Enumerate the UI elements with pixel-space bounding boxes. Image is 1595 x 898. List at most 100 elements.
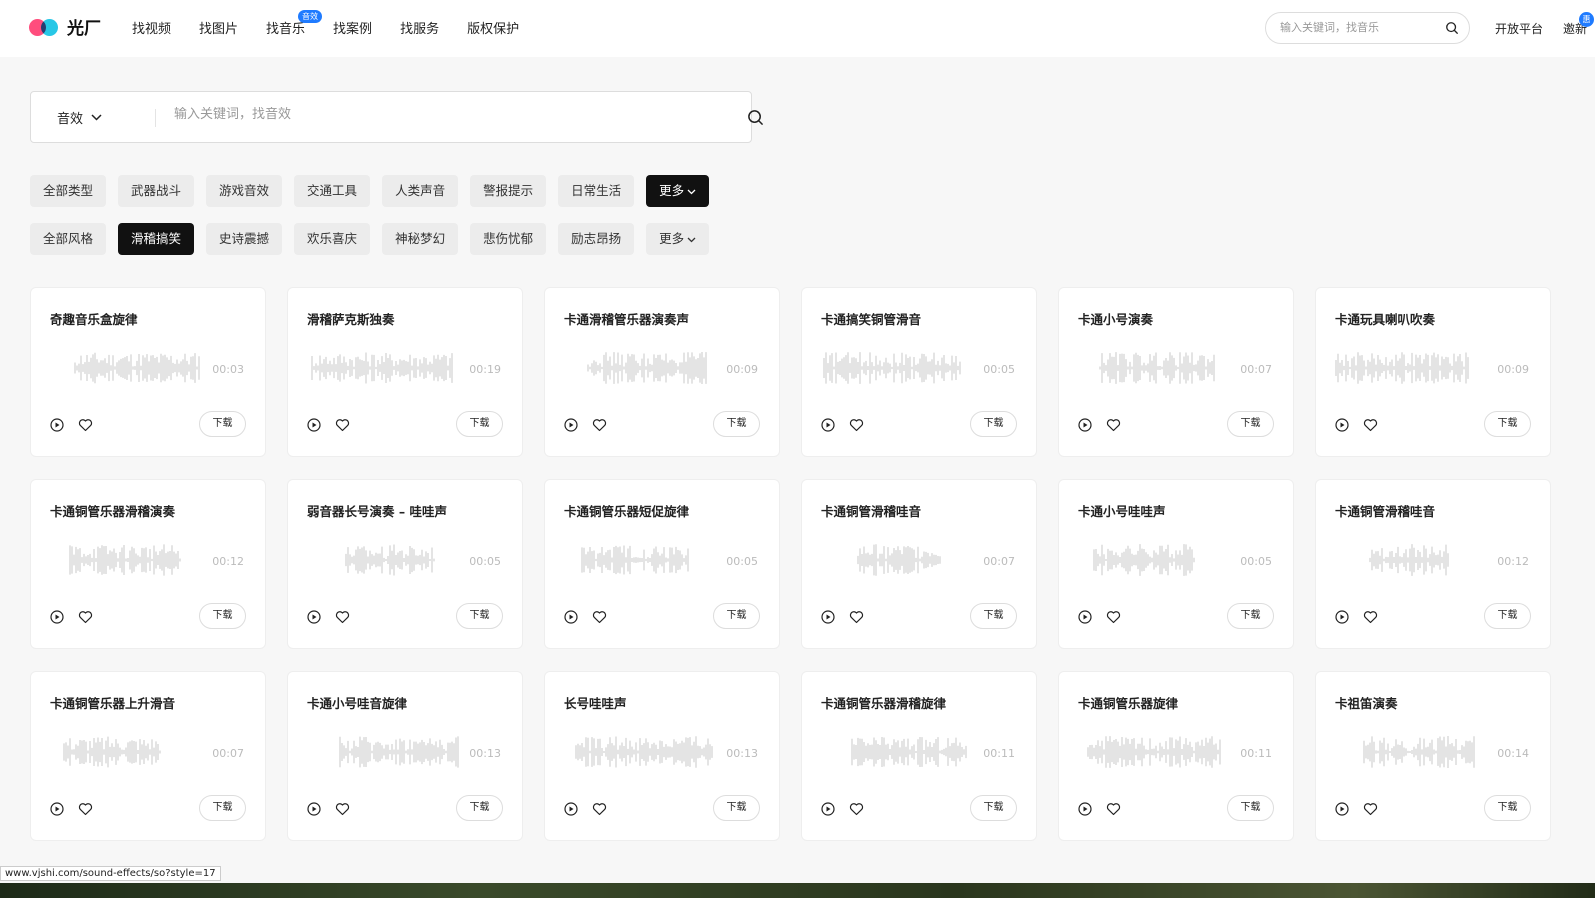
heart-icon[interactable] (1363, 418, 1378, 432)
heart-icon[interactable] (592, 610, 607, 624)
type-filter-chip[interactable]: 日常生活 (558, 175, 635, 207)
heart-icon[interactable] (849, 802, 864, 816)
type-filter-chip[interactable]: 武器战斗 (118, 175, 195, 207)
sound-title[interactable]: 卡通小号哇哇声 (1078, 501, 1166, 520)
heart-icon[interactable] (78, 418, 93, 432)
sound-title[interactable]: 卡通铜管乐器旋律 (1078, 693, 1178, 712)
heart-icon[interactable] (78, 802, 93, 816)
download-button[interactable]: 下载 (1484, 795, 1531, 821)
download-button[interactable]: 下载 (1484, 603, 1531, 629)
heart-icon[interactable] (1363, 610, 1378, 624)
sound-card[interactable]: 长号哇哇声 00:13 下载 (544, 671, 780, 841)
search-icon[interactable] (747, 109, 764, 126)
style-filter-chip[interactable]: 欢乐喜庆 (294, 223, 371, 255)
sound-title[interactable]: 卡通滑稽管乐器演奏声 (564, 309, 689, 328)
play-icon[interactable] (307, 418, 321, 432)
waveform[interactable] (50, 350, 210, 386)
heart-icon[interactable] (592, 802, 607, 816)
download-button[interactable]: 下载 (1227, 411, 1274, 437)
search-icon[interactable] (1445, 21, 1459, 35)
play-icon[interactable] (1335, 418, 1349, 432)
sound-card[interactable]: 卡通小号哇音旋律 00:13 下载 (287, 671, 523, 841)
waveform[interactable] (1335, 542, 1495, 578)
download-button[interactable]: 下载 (456, 795, 503, 821)
download-button[interactable]: 下载 (970, 795, 1017, 821)
heart-icon[interactable] (1106, 418, 1121, 432)
type-filter-chip[interactable]: 更多 (646, 175, 710, 207)
heart-icon[interactable] (592, 418, 607, 432)
sound-card[interactable]: 奇趣音乐盒旋律 00:03 下载 (30, 287, 266, 457)
sound-card[interactable]: 卡通搞笑铜管滑音 00:05 下载 (801, 287, 1037, 457)
style-filter-chip[interactable]: 神秘梦幻 (382, 223, 459, 255)
sound-title[interactable]: 卡通小号演奏 (1078, 309, 1153, 328)
download-button[interactable]: 下载 (199, 795, 246, 821)
waveform[interactable] (1078, 734, 1238, 770)
sound-card[interactable]: 卡通小号哇哇声 00:05 下载 (1058, 479, 1294, 649)
play-icon[interactable] (564, 610, 578, 624)
sound-card[interactable]: 卡通铜管乐器上升滑音 00:07 下载 (30, 671, 266, 841)
download-button[interactable]: 下载 (456, 411, 503, 437)
waveform[interactable] (1078, 542, 1238, 578)
download-button[interactable]: 下载 (456, 603, 503, 629)
waveform[interactable] (50, 542, 210, 578)
heart-icon[interactable] (1106, 610, 1121, 624)
waveform[interactable] (821, 542, 981, 578)
waveform[interactable] (821, 350, 981, 386)
waveform[interactable] (564, 734, 724, 770)
sound-title[interactable]: 卡通铜管乐器上升滑音 (50, 693, 175, 712)
search-type-select[interactable]: 音效 (57, 108, 102, 127)
download-button[interactable]: 下载 (199, 603, 246, 629)
download-button[interactable]: 下载 (970, 411, 1017, 437)
nav-music[interactable]: 找音乐 音效 (266, 10, 323, 37)
play-icon[interactable] (50, 418, 64, 432)
download-button[interactable]: 下载 (970, 603, 1017, 629)
play-icon[interactable] (1335, 802, 1349, 816)
heart-icon[interactable] (1363, 802, 1378, 816)
waveform[interactable] (1335, 350, 1495, 386)
waveform[interactable] (1335, 734, 1495, 770)
type-filter-chip[interactable]: 全部类型 (30, 175, 107, 207)
sound-card[interactable]: 卡通铜管乐器滑稽演奏 00:12 下载 (30, 479, 266, 649)
sound-title[interactable]: 弱音器长号演奏 – 哇哇声 (307, 501, 447, 520)
play-icon[interactable] (821, 418, 835, 432)
heart-icon[interactable] (78, 610, 93, 624)
heart-icon[interactable] (1106, 802, 1121, 816)
sound-title[interactable]: 长号哇哇声 (564, 693, 627, 712)
play-icon[interactable] (307, 610, 321, 624)
waveform[interactable] (821, 734, 981, 770)
sound-title[interactable]: 卡通铜管乐器滑稽旋律 (821, 693, 946, 712)
download-button[interactable]: 下载 (713, 411, 760, 437)
nav-image[interactable]: 找图片 (199, 18, 238, 37)
waveform[interactable] (307, 350, 467, 386)
type-filter-chip[interactable]: 人类声音 (382, 175, 459, 207)
download-button[interactable]: 下载 (713, 603, 760, 629)
style-filter-chip[interactable]: 滑稽搞笑 (118, 223, 195, 255)
type-filter-chip[interactable]: 交通工具 (294, 175, 371, 207)
open-platform-link[interactable]: 开放平台 (1495, 20, 1543, 37)
sound-card[interactable]: 卡通铜管滑稽哇音 00:07 下载 (801, 479, 1037, 649)
heart-icon[interactable] (849, 610, 864, 624)
sound-title[interactable]: 卡通搞笑铜管滑音 (821, 309, 921, 328)
heart-icon[interactable] (335, 610, 350, 624)
play-icon[interactable] (821, 802, 835, 816)
nav-cases[interactable]: 找案例 (333, 18, 372, 37)
download-button[interactable]: 下载 (199, 411, 246, 437)
play-icon[interactable] (1078, 802, 1092, 816)
download-button[interactable]: 下载 (1484, 411, 1531, 437)
logo[interactable]: 光厂 (29, 14, 101, 39)
sound-card[interactable]: 滑稽萨克斯独奏 00:19 下载 (287, 287, 523, 457)
sound-title[interactable]: 卡祖笛演奏 (1335, 693, 1398, 712)
waveform[interactable] (564, 350, 724, 386)
sound-card[interactable]: 卡通铜管乐器滑稽旋律 00:11 下载 (801, 671, 1037, 841)
play-icon[interactable] (1335, 610, 1349, 624)
style-filter-chip[interactable]: 史诗震撼 (206, 223, 283, 255)
waveform[interactable] (1078, 350, 1238, 386)
heart-icon[interactable] (849, 418, 864, 432)
waveform[interactable] (307, 734, 467, 770)
nav-services[interactable]: 找服务 (400, 18, 439, 37)
waveform[interactable] (564, 542, 724, 578)
sound-card[interactable]: 弱音器长号演奏 – 哇哇声 00:05 下载 (287, 479, 523, 649)
play-icon[interactable] (1078, 418, 1092, 432)
play-icon[interactable] (564, 418, 578, 432)
style-filter-chip[interactable]: 更多 (646, 223, 710, 255)
